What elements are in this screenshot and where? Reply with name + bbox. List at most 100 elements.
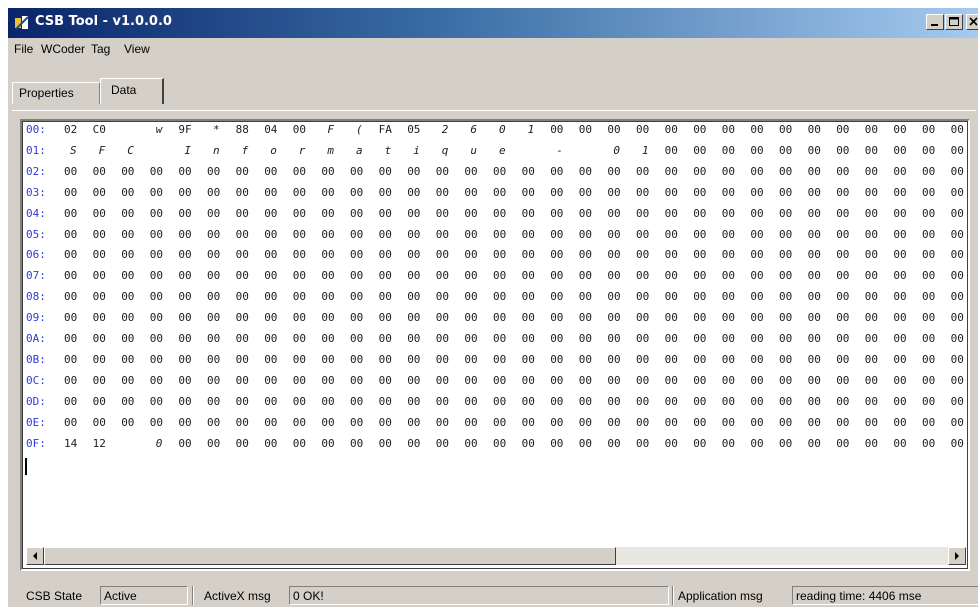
- menu-wcoder[interactable]: WCoder: [41, 42, 85, 56]
- status-divider: [672, 586, 674, 605]
- hex-byte: 00: [521, 248, 535, 262]
- hex-byte: 00: [321, 311, 335, 325]
- close-button[interactable]: [966, 14, 978, 30]
- hex-byte: 00: [407, 206, 421, 220]
- hex-byte: 00: [750, 227, 764, 241]
- hex-byte: 00: [178, 290, 192, 304]
- hex-byte: 00: [693, 227, 707, 241]
- hex-byte: 00: [550, 311, 564, 325]
- hex-byte: 00: [950, 143, 964, 157]
- scroll-right-button[interactable]: [948, 547, 966, 565]
- hex-byte: 00: [836, 352, 850, 366]
- hex-byte: 00: [578, 269, 593, 283]
- hex-byte: 00: [350, 248, 364, 262]
- maximize-icon: [949, 17, 959, 26]
- hex-byte: 00: [292, 290, 307, 304]
- hex-byte: 00: [121, 352, 135, 366]
- hex-byte: 00: [664, 164, 678, 178]
- hex-byte: 00: [578, 373, 593, 387]
- hex-byte: 00: [893, 311, 907, 325]
- hex-byte: 00: [550, 269, 564, 283]
- hex-byte: 00: [836, 394, 850, 408]
- hex-byte: 00: [178, 311, 192, 325]
- hex-byte: 00: [64, 352, 78, 366]
- hex-byte: 00: [922, 248, 936, 262]
- hex-byte: 00: [864, 332, 879, 345]
- hex-byte: 00: [693, 269, 707, 283]
- hex-byte: 00: [292, 206, 307, 220]
- hex-byte: 00: [493, 248, 507, 262]
- hex-row-address: 00:: [26, 123, 46, 136]
- hex-byte: 00: [950, 332, 964, 345]
- menu-view[interactable]: View: [124, 42, 150, 56]
- hex-byte: 00: [836, 185, 850, 199]
- hex-row-address: 03:: [26, 185, 46, 199]
- hex-byte: 00: [64, 290, 78, 304]
- hex-byte: 00: [264, 311, 278, 325]
- hex-byte: 00: [321, 290, 335, 304]
- hex-byte: 00: [693, 290, 707, 304]
- hex-byte: 00: [750, 269, 764, 283]
- hex-byte: 00: [264, 248, 278, 262]
- hex-byte: 00: [207, 415, 221, 429]
- hex-byte: 00: [807, 332, 821, 345]
- hex-byte: 00: [378, 311, 392, 325]
- hex-byte: F: [327, 123, 335, 136]
- hex-byte: 00: [378, 185, 392, 199]
- hex-byte: 00: [207, 206, 221, 220]
- hex-byte: 00: [149, 248, 164, 262]
- hex-row: 0E: 00 00 00 00 00 00 00 00 00 00 00 00 00 00 00 00 00 00 0…: [26, 416, 966, 434]
- hex-byte: 00: [664, 373, 678, 387]
- window-title: CSB Tool - v1.0.0.0: [35, 14, 172, 29]
- hex-byte: 00: [664, 206, 678, 220]
- scrollbar-thumb[interactable]: [44, 547, 616, 565]
- hex-byte: 00: [464, 394, 478, 408]
- menu-file[interactable]: File: [14, 42, 33, 56]
- hex-byte: 00: [893, 290, 907, 304]
- hex-byte: 00: [464, 290, 478, 304]
- hex-byte: 00: [407, 290, 421, 304]
- hex-byte: 00: [264, 352, 278, 366]
- hex-byte: 00: [178, 248, 192, 262]
- tab-data[interactable]: Data: [100, 78, 164, 104]
- hex-byte: 00: [464, 311, 478, 325]
- hex-byte: 00: [664, 143, 678, 157]
- hex-byte: 00: [779, 394, 793, 408]
- hex-byte: 00: [178, 373, 192, 387]
- hex-byte: 00: [149, 206, 164, 220]
- hex-byte: 00: [264, 436, 278, 450]
- maximize-button[interactable]: [945, 14, 963, 30]
- hex-byte: 00: [64, 269, 78, 283]
- hex-byte: 00: [864, 415, 879, 429]
- hex-byte: 00: [64, 248, 78, 262]
- hex-byte: 00: [779, 436, 793, 450]
- hex-byte: 00: [893, 373, 907, 387]
- hex-byte: 00: [178, 352, 192, 366]
- data-panel: 00: 02 C0 w 9F * 88 04 00 F(FA 05 2 6 0 1 00 00 00 00 00 00 0…: [12, 110, 976, 581]
- menu-tag[interactable]: Tag: [91, 42, 110, 56]
- hex-byte: 00: [121, 332, 135, 345]
- hex-byte: 00: [807, 394, 821, 408]
- hex-byte: 00: [464, 352, 478, 366]
- hex-byte: 00: [836, 248, 850, 262]
- hex-byte: 00: [779, 290, 793, 304]
- hex-byte: 00: [149, 290, 164, 304]
- hex-byte: 00: [550, 290, 564, 304]
- hex-byte: 00: [550, 227, 564, 241]
- tab-properties[interactable]: Properties: [12, 82, 100, 104]
- hex-byte: 00: [149, 164, 164, 178]
- hex-data-view[interactable]: 00: 02 C0 w 9F * 88 04 00 F(FA 05 2 6 0 1 00 00 00 00 00 00 0…: [20, 119, 970, 571]
- hex-byte: 00: [378, 248, 392, 262]
- hex-byte: 00: [607, 415, 621, 429]
- hex-byte: 00: [807, 415, 821, 429]
- hex-byte: 00: [235, 269, 249, 283]
- minimize-button[interactable]: [926, 14, 944, 30]
- status-divider: [192, 586, 194, 605]
- hex-byte: 00: [321, 206, 335, 220]
- hex-byte: 00: [864, 290, 879, 304]
- hex-byte: 00: [721, 394, 736, 408]
- horizontal-scrollbar[interactable]: [26, 547, 966, 565]
- scroll-left-button[interactable]: [26, 547, 44, 565]
- title-bar[interactable]: CSB Tool - v1.0.0.0: [8, 8, 978, 38]
- hex-byte: 00: [636, 227, 650, 241]
